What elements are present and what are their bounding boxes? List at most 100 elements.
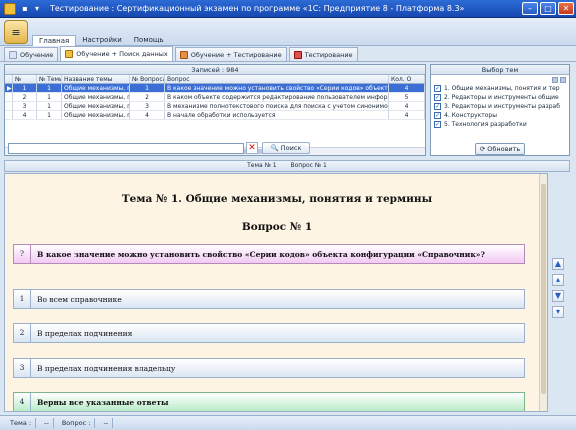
mode-tabs: Обучение Обучение + Поиск данных Обучени…	[0, 46, 576, 62]
menu-help[interactable]: Помощь	[128, 35, 170, 46]
row-marker: ▶	[7, 84, 13, 92]
theme-label: 1. Общие механизмы, понятия и тер	[444, 85, 560, 92]
first-question-icon[interactable]: ▴	[552, 274, 564, 286]
themes-toolbar	[431, 75, 569, 84]
minimize-button[interactable]: –	[522, 2, 538, 15]
checkbox[interactable]: ✓	[434, 94, 441, 101]
answer-text: В пределах подчинения	[37, 328, 133, 338]
cell: В механизме полнотекстового поиска для п…	[167, 102, 389, 110]
menu-settings[interactable]: Настройки	[76, 35, 128, 46]
cell: В какое значение можно установить свойст…	[167, 84, 389, 92]
cell: 5	[389, 93, 425, 101]
prev-question-icon[interactable]: ▲	[552, 258, 564, 270]
search-button[interactable]: 🔍 Поиск	[262, 142, 310, 154]
title-bar: ▪ ▾ Тестирование : Сертификационный экза…	[0, 0, 576, 18]
theme-label: 3. Редакторы и инструменты разраб	[444, 103, 560, 110]
col-number[interactable]: №	[13, 75, 37, 83]
theme-label: 4. Конструкторы	[444, 112, 497, 119]
ribbon: ≡ Главная Настройки Помощь	[0, 18, 576, 46]
col-marker	[5, 75, 13, 83]
content-vertical-scrollbar[interactable]	[539, 174, 547, 411]
answer-option[interactable]: 2 В пределах подчинения	[13, 323, 525, 343]
answer-number: 4	[14, 393, 31, 411]
themes-panel: Выбор тем ✓ 1. Общие механизмы, понятия и…	[430, 64, 570, 156]
search-data-icon	[65, 50, 74, 58]
tab-label: Обучение + Тестирование	[190, 50, 282, 59]
answer-option[interactable]: 1 Во всем справочнике	[13, 289, 525, 309]
table-row[interactable]: 4 1 Общие механизмы, п 4 В начале обрабо…	[5, 111, 425, 120]
theme-item[interactable]: ✓ 2. Редакторы и инструменты общие	[431, 93, 569, 102]
status-question-value: --	[99, 418, 114, 428]
question-header-bar: Тема № 1 Вопрос № 1	[4, 160, 570, 172]
last-question-icon[interactable]: ▾	[552, 306, 564, 318]
themes-caption: Выбор тем	[431, 65, 569, 75]
col-question-number[interactable]: № Вопроса	[130, 75, 165, 83]
refresh-button[interactable]: ⟳ Обновить	[475, 143, 525, 155]
theme-label: 5. Технология разработки	[444, 121, 527, 128]
cell: 4	[389, 84, 425, 92]
app-menu-icon[interactable]: ≡	[4, 20, 28, 44]
tab-label: Тестирование	[304, 50, 353, 59]
status-topic-label: Тема :	[6, 418, 37, 428]
tab-learning-search[interactable]: Обучение + Поиск данных	[60, 46, 173, 61]
answer-text: В пределах подчинения владельцу	[37, 363, 176, 373]
maximize-button[interactable]: □	[540, 2, 556, 15]
quick-access-dropdown-icon[interactable]: ▾	[32, 4, 42, 14]
checkbox[interactable]: ✓	[434, 112, 441, 119]
check-all-icon[interactable]	[552, 76, 558, 83]
cell: 1	[37, 93, 62, 101]
tab-testing[interactable]: Тестирование	[288, 47, 358, 61]
answer-number: 2	[14, 324, 31, 342]
clear-search-button[interactable]: ✕	[246, 142, 258, 154]
scrollbar-thumb[interactable]	[541, 184, 546, 394]
checkbox[interactable]: ✓	[434, 121, 441, 128]
cell: 1	[37, 84, 62, 92]
table-row[interactable]: 3 1 Общие механизмы, п 3 В механизме пол…	[5, 102, 425, 111]
search-button-label: Поиск	[280, 144, 302, 152]
theme-item[interactable]: ✓ 1. Общие механизмы, понятия и тер	[431, 84, 569, 93]
menu-home[interactable]: Главная	[32, 35, 77, 46]
tab-learning-testing[interactable]: Обучение + Тестирование	[174, 47, 287, 61]
checkbox[interactable]: ✓	[434, 85, 441, 92]
ribbon-menu: Главная Настройки Помощь	[32, 35, 170, 46]
refresh-button-label: Обновить	[487, 145, 521, 153]
table-row[interactable]: 2 1 Общие механизмы, п 2 В каком объекте…	[5, 93, 425, 102]
row-marker	[5, 93, 13, 101]
question-box: ? В какое значение можно установить свой…	[13, 244, 525, 264]
answer-option[interactable]: 3 В пределах подчинения владельцу	[13, 358, 525, 378]
uncheck-all-icon[interactable]	[560, 76, 566, 83]
cell: 2	[130, 93, 165, 101]
answer-text: Верны все указанные ответы	[37, 397, 169, 407]
cell: Общие механизмы, п	[64, 93, 130, 101]
checkbox[interactable]: ✓	[434, 103, 441, 110]
answer-text: Во всем справочнике	[37, 294, 122, 304]
cell: 4	[13, 111, 37, 119]
col-answer-count[interactable]: Кол. О	[389, 75, 425, 83]
quick-access-icon[interactable]: ▪	[20, 4, 30, 14]
col-topic-number[interactable]: № Темы	[37, 75, 62, 83]
search-input[interactable]	[8, 143, 244, 154]
status-bar: Тема : -- Вопрос : --	[0, 415, 576, 430]
col-topic-name[interactable]: Название темы	[62, 75, 130, 83]
answer-number: 1	[14, 290, 31, 308]
theme-item[interactable]: ✓ 3. Редакторы и инструменты разраб	[431, 102, 569, 111]
answer-option-correct[interactable]: 4 Верны все указанные ответы	[13, 392, 525, 411]
grid-record-count: Записей : 984	[5, 65, 425, 75]
current-question-label: Вопрос № 1	[290, 162, 327, 169]
learning-testing-icon	[179, 50, 188, 59]
app-icon	[4, 2, 16, 15]
tab-learning[interactable]: Обучение	[4, 47, 59, 61]
next-question-icon[interactable]: ▼	[552, 290, 564, 302]
cell: Общие механизмы, п	[64, 102, 130, 110]
grid-header: № № Темы Название темы № Вопроса Вопрос …	[5, 75, 425, 84]
theme-item[interactable]: ✓ 4. Конструкторы	[431, 111, 569, 120]
cell: 3	[13, 102, 37, 110]
status-topic-value: --	[40, 418, 54, 428]
cell: 1	[130, 84, 165, 92]
theme-item[interactable]: ✓ 5. Технология разработки	[431, 120, 569, 129]
col-question[interactable]: Вопрос	[165, 75, 389, 83]
close-button[interactable]: ✕	[558, 2, 574, 15]
testing-icon	[293, 50, 302, 59]
table-row[interactable]: ▶ 1 1 Общие механизмы, п 1 В какое значе…	[5, 84, 425, 93]
cell: 3	[130, 102, 165, 110]
